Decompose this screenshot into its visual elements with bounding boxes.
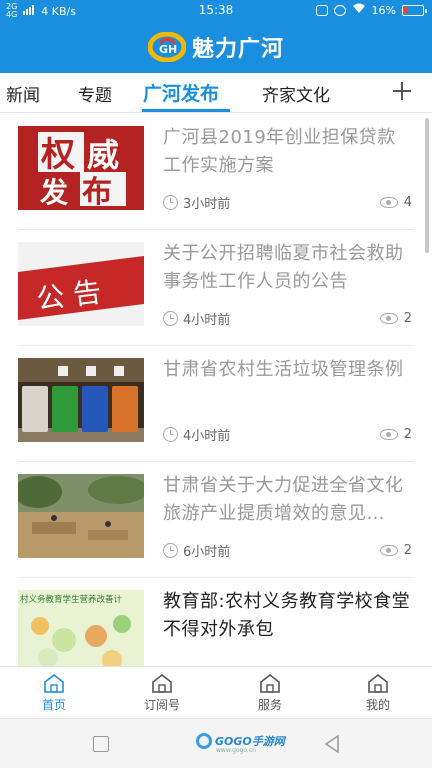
profile-icon: [367, 673, 389, 693]
nfc-icon: [315, 4, 328, 16]
nav-subscriptions[interactable]: 订阅号: [108, 673, 216, 713]
home-icon: [43, 673, 65, 693]
gh-logo-icon: GH: [147, 31, 187, 63]
clock-icon: [163, 542, 178, 558]
nav-profile[interactable]: 我的: [324, 673, 432, 713]
article-views: 2: [379, 424, 412, 444]
app-title: 魅力广河: [191, 37, 284, 62]
eye-icon: [379, 544, 398, 556]
app-header: GH 魅力广河: [0, 22, 432, 72]
back-icon[interactable]: [322, 734, 342, 754]
svg-text:村义务教育学生营养改善计: 村义务教育学生营养改善计: [20, 594, 123, 605]
article-title: 教育部:农村义务教育学校食堂不得对外承包: [163, 591, 411, 640]
article-title: 甘肃省农村生活垃圾管理条例: [163, 359, 404, 380]
eye-icon: [379, 196, 398, 208]
subscription-icon: [151, 673, 173, 693]
article-views: 4: [379, 192, 412, 212]
bottom-nav: 首页 订阅号 服务 我的: [0, 666, 432, 718]
nav-services[interactable]: 服务: [216, 673, 324, 713]
svg-text:布: 布: [82, 175, 112, 210]
article-item[interactable]: 村义务教育学生营养改善计 教育部:农村义务教育学校食堂不得对外承包: [18, 578, 414, 666]
tab-topics[interactable]: 专题: [78, 81, 112, 106]
article-thumbnail: [18, 474, 144, 558]
svg-text:发: 发: [39, 176, 68, 209]
battery-percent: 16%: [371, 3, 396, 17]
clock-icon: [163, 426, 178, 442]
eye-icon: [379, 312, 398, 324]
active-tab-indicator: [142, 109, 230, 112]
battery-icon: [402, 4, 427, 16]
svg-text:GH: GH: [159, 43, 177, 56]
clock-icon: [163, 194, 178, 210]
svg-text:权: 权: [40, 135, 75, 175]
article-thumbnail: [18, 358, 144, 442]
plus-icon[interactable]: [392, 81, 412, 101]
article-views: 2: [379, 540, 412, 560]
article-views: 2: [379, 308, 412, 328]
svg-text:威: 威: [87, 136, 119, 174]
article-thumbnail: 村义务教育学生营养改善计: [18, 590, 144, 666]
article-item[interactable]: 甘肃省农村生活垃圾管理条例 4小时前 2: [18, 346, 414, 462]
feed-scrollbar[interactable]: [425, 118, 429, 253]
article-time: 6小时前: [163, 540, 230, 560]
article-time: 4小时前: [163, 424, 230, 444]
alarm-icon: [333, 4, 346, 16]
article-thumbnail: 权 威 发 布: [18, 126, 144, 210]
top-bar: 2G 4G 4 KB/s 15:38 16% GH 魅力广河: [0, 0, 432, 73]
tab-news[interactable]: 新闻: [6, 81, 40, 106]
system-nav-bar: GOGO手游网 www.gogo.cn: [0, 718, 432, 768]
services-icon: [259, 673, 281, 693]
gogo-logo-icon: [196, 733, 212, 749]
article-time: 4小时前: [163, 308, 230, 328]
article-title: 关于公开招聘临夏市社会救助事务性工作人员的公告: [163, 243, 404, 292]
article-title: 甘肃省关于大力促进全省文化旅游产业提质增效的意见…: [163, 475, 404, 524]
watermark-logo: GOGO手游网 www.gogo.cn: [196, 733, 285, 754]
status-bar: 2G 4G 4 KB/s 15:38 16%: [0, 0, 432, 20]
eye-icon: [379, 428, 398, 440]
article-thumbnail: 公 告: [18, 242, 144, 326]
tab-qijia-culture[interactable]: 齐家文化: [262, 81, 330, 106]
article-item[interactable]: 权 威 发 布 广河县2019年创业担保贷款工作实施方案 3小时前 4: [18, 114, 414, 230]
channel-tabs: 新闻 专题 广河发布 齐家文化: [0, 73, 432, 113]
article-time: 3小时前: [163, 192, 230, 212]
clock-icon: [163, 310, 178, 326]
article-feed: 权 威 发 布 广河县2019年创业担保贷款工作实施方案 3小时前 4 公 告 …: [0, 114, 432, 666]
article-item[interactable]: 甘肃省关于大力促进全省文化旅游产业提质增效的意见… 6小时前 2: [18, 462, 414, 578]
article-item[interactable]: 公 告 关于公开招聘临夏市社会救助事务性工作人员的公告 4小时前 2: [18, 230, 414, 346]
recent-apps-icon[interactable]: [93, 736, 109, 752]
wifi-icon: [352, 3, 366, 17]
article-title: 广河县2019年创业担保贷款工作实施方案: [163, 127, 396, 176]
tab-guanghe-release[interactable]: 广河发布: [143, 79, 219, 106]
nav-home[interactable]: 首页: [0, 673, 108, 713]
